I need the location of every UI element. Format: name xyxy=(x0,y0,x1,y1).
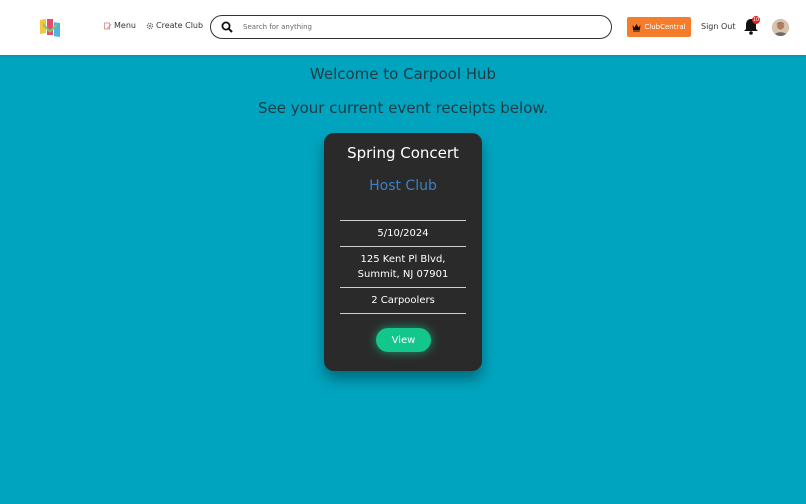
menu-label: Menu xyxy=(114,21,136,30)
search-bar xyxy=(210,15,612,39)
divider xyxy=(340,287,466,288)
divider xyxy=(340,313,466,314)
avatar-image-icon xyxy=(772,19,789,36)
divider xyxy=(340,246,466,247)
view-button[interactable]: View xyxy=(376,328,431,352)
event-address-line2: Summit, NJ 07901 xyxy=(357,269,449,280)
event-date: 5/10/2024 xyxy=(377,228,429,239)
app-logo-icon[interactable] xyxy=(39,17,61,37)
event-receipt-card: Spring Concert Host Club 5/10/2024 125 K… xyxy=(324,133,482,371)
carpoolers-count: 2 Carpoolers xyxy=(371,295,435,306)
search-input[interactable] xyxy=(243,23,583,31)
host-club-link[interactable]: Host Club xyxy=(324,178,482,194)
clubcentral-button[interactable]: ClubCentral xyxy=(627,17,691,37)
notification-badge: 10 xyxy=(752,16,760,24)
event-address-line1: 125 Kent Pl Blvd, xyxy=(360,254,446,265)
divider xyxy=(340,220,466,221)
crown-icon xyxy=(632,23,641,31)
menu-pencil-icon xyxy=(104,22,112,29)
create-club-label: Create Club xyxy=(156,21,204,30)
create-club-link[interactable]: Create Club xyxy=(146,21,203,30)
search-icon xyxy=(221,21,233,33)
clubcentral-label: ClubCentral xyxy=(644,23,686,31)
avatar[interactable] xyxy=(772,19,789,36)
top-navbar: Menu Create Club ClubCentral Sign Out 10 xyxy=(0,0,806,55)
gear-icon xyxy=(146,22,154,29)
sign-out-link[interactable]: Sign Out xyxy=(701,22,736,31)
subtitle-text: See your current event receipts below. xyxy=(257,99,549,117)
event-title: Spring Concert xyxy=(347,144,459,162)
welcome-heading: Welcome to Carpool Hub xyxy=(309,65,497,83)
menu-link[interactable]: Menu xyxy=(104,21,136,30)
